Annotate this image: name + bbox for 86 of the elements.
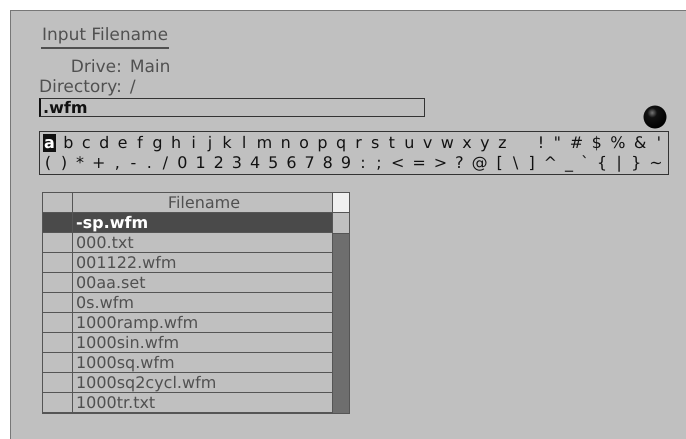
key[interactable]: # <box>568 134 584 152</box>
key[interactable]: ^ <box>542 154 558 172</box>
key[interactable]: ~ <box>648 154 664 172</box>
key[interactable]: 7 <box>303 154 316 172</box>
filename-cell[interactable]: 000.txt <box>73 233 333 253</box>
filename-cell[interactable]: 1000sq.wfm <box>73 353 333 373</box>
key[interactable]: | <box>614 154 624 172</box>
filename-cell[interactable]: 001122.wfm <box>73 253 333 273</box>
key[interactable]: s <box>370 134 380 152</box>
key[interactable]: + <box>90 154 106 172</box>
key[interactable]: * <box>74 154 85 172</box>
key[interactable]: i <box>188 134 199 152</box>
key[interactable]: ) <box>58 154 69 172</box>
key[interactable]: q <box>335 134 348 152</box>
key[interactable]: p <box>316 134 329 152</box>
scrollbar[interactable] <box>333 193 349 413</box>
key[interactable]: & <box>632 134 648 152</box>
key[interactable]: g <box>151 134 164 152</box>
key[interactable]: a <box>43 134 56 152</box>
key[interactable]: x <box>461 134 473 152</box>
drive-label: Drive: <box>70 57 122 77</box>
key[interactable]: \ <box>510 154 521 172</box>
key[interactable]: ; <box>374 154 384 172</box>
key[interactable]: - <box>128 154 138 172</box>
key[interactable]: 2 <box>212 154 225 172</box>
key[interactable]: c <box>80 134 92 152</box>
knob-icon <box>643 105 667 129</box>
key[interactable]: e <box>116 134 128 152</box>
key[interactable]: ' <box>654 134 664 152</box>
key[interactable]: y <box>479 134 491 152</box>
key[interactable]: ] <box>526 154 537 172</box>
key[interactable]: w <box>440 134 455 152</box>
key[interactable]: ? <box>454 154 465 172</box>
key[interactable]: u <box>403 134 416 152</box>
filename-cell[interactable]: 00aa.set <box>73 273 333 293</box>
key[interactable]: @ <box>470 154 489 172</box>
key[interactable]: : <box>358 154 368 172</box>
key[interactable]: / <box>160 154 170 172</box>
key[interactable]: z <box>497 134 508 152</box>
key[interactable]: 9 <box>340 154 352 172</box>
key[interactable]: " <box>552 134 562 152</box>
key[interactable]: ! <box>536 134 546 152</box>
key[interactable]: 5 <box>267 154 280 172</box>
key[interactable]: l <box>239 134 250 152</box>
key[interactable]: f <box>134 134 145 152</box>
key[interactable]: _ <box>564 154 574 172</box>
drive-value: Main <box>130 57 170 77</box>
key[interactable]: ` <box>580 154 590 172</box>
key[interactable]: , <box>112 154 122 172</box>
key[interactable]: 4 <box>248 154 262 172</box>
key[interactable]: m <box>256 134 274 152</box>
filename-field[interactable]: .wfm <box>39 98 425 117</box>
key[interactable]: 3 <box>230 154 243 172</box>
key[interactable]: 0 <box>176 154 188 172</box>
key[interactable]: 6 <box>285 154 298 172</box>
key[interactable]: n <box>280 134 292 152</box>
directory-label: Directory: <box>39 77 122 97</box>
key[interactable]: ( <box>43 154 53 172</box>
filename-cell[interactable]: 1000sq2cycl.wfm <box>73 373 333 393</box>
key[interactable]: 8 <box>322 154 334 172</box>
key[interactable]: b <box>62 134 74 152</box>
filename-cell[interactable]: 1000ramp.wfm <box>73 313 333 333</box>
key[interactable]: j <box>204 134 215 152</box>
key[interactable]: { <box>596 154 608 172</box>
key[interactable]: % <box>609 134 626 152</box>
key[interactable]: d <box>98 134 110 152</box>
filename-cell[interactable]: 1000sin.wfm <box>73 333 333 353</box>
key[interactable]: } <box>630 154 642 172</box>
key[interactable]: k <box>221 134 233 152</box>
filename-cell[interactable]: 0s.wfm <box>73 293 333 313</box>
dialog-title: Input Filename <box>41 25 170 49</box>
key[interactable]: h <box>170 134 182 152</box>
directory-value: / <box>130 77 137 97</box>
filename-cell[interactable]: 1000tr.txt <box>73 393 333 413</box>
key[interactable]: r <box>354 134 364 152</box>
key[interactable]: > <box>432 154 448 172</box>
key[interactable]: v <box>422 134 434 152</box>
key[interactable]: o <box>298 134 310 152</box>
key[interactable]: = <box>411 154 427 172</box>
filename-cell[interactable]: -sp.wfm <box>73 213 333 233</box>
key[interactable]: t <box>386 134 397 152</box>
key[interactable]: . <box>144 154 154 172</box>
key[interactable]: $ <box>590 134 603 152</box>
key[interactable]: [ <box>494 154 505 172</box>
key[interactable]: 1 <box>194 154 207 172</box>
key[interactable]: < <box>390 154 406 172</box>
